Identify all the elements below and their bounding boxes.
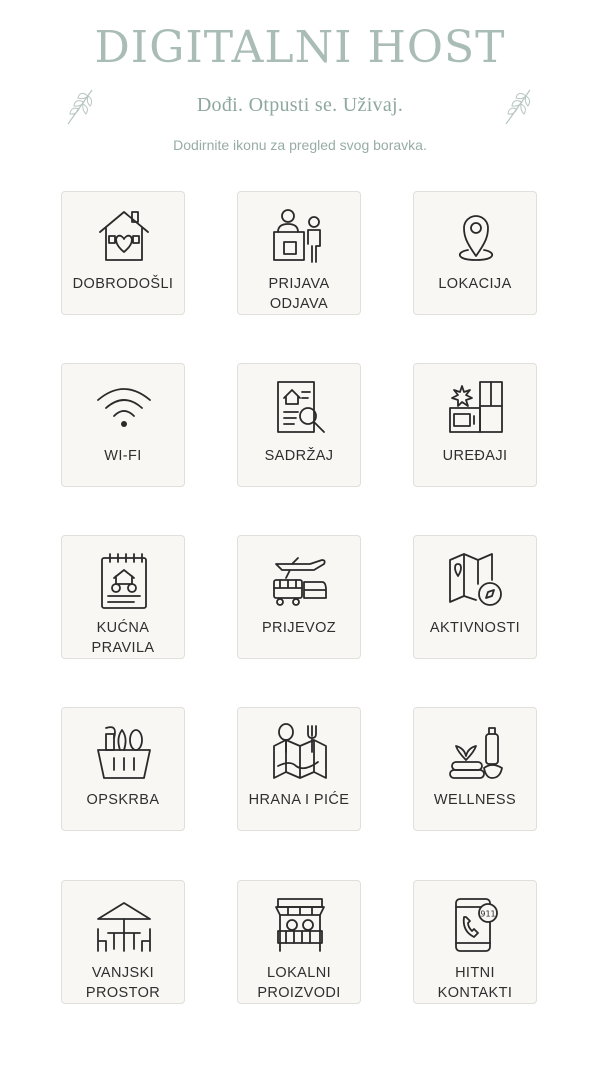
tile-lokalni-proizvodi[interactable]: LOKALNI PROIZVODI	[237, 880, 361, 1004]
svg-text:911: 911	[480, 910, 495, 919]
tile-lokacija[interactable]: LOKACIJA	[413, 191, 537, 315]
tile-label-line2: PROIZVODI	[257, 985, 341, 1001]
food-map-icon	[273, 723, 327, 779]
tile-label-line2: ODJAVA	[269, 296, 329, 312]
wifi-icon	[97, 388, 151, 427]
header: DIGITALNI HOST Dođi. Otpusti se. Uživaj.…	[0, 0, 600, 180]
tile-label: LOKALNI	[266, 965, 332, 981]
tile-label: OPSKRBA	[86, 792, 160, 808]
emergency-phone-icon: 911	[455, 898, 498, 952]
patio-umbrella-icon	[97, 902, 151, 952]
tile-label: DOBRODOŠLI	[72, 276, 174, 292]
page-title: DIGITALNI HOST	[94, 22, 506, 73]
house-document-search-icon	[277, 381, 325, 433]
transport-icon	[273, 557, 327, 606]
tile-label: KUĆNA	[96, 620, 150, 636]
location-pin-icon	[459, 215, 493, 261]
tile-wifi[interactable]: WI-FI	[61, 363, 185, 487]
map-compass-icon	[449, 553, 502, 606]
tile-label-line2: PROSTOR	[85, 985, 161, 1001]
tile-label: AKTIVNOSTI	[429, 620, 521, 636]
spa-wellness-icon	[449, 727, 503, 779]
tile-opskrba[interactable]: OPSKRBA	[61, 707, 185, 831]
tile-kucna-pravila[interactable]: KUĆNA PRAVILA	[61, 535, 185, 659]
tile-label-line2: PRAVILA	[91, 640, 155, 656]
appliances-icon	[449, 381, 503, 433]
grocery-basket-icon	[97, 726, 151, 779]
tile-vanjski-prostor[interactable]: VANJSKI PROSTOR	[61, 880, 185, 1004]
tile-uredaji[interactable]: UREĐAJI	[413, 363, 537, 487]
tile-aktivnosti[interactable]: AKTIVNOSTI	[413, 535, 537, 659]
tile-prijevoz[interactable]: PRIJEVOZ	[237, 535, 361, 659]
tile-label: WI-FI	[104, 448, 142, 464]
tile-wellness[interactable]: WELLNESS	[413, 707, 537, 831]
tile-sadrzaj[interactable]: SADRŽAJ	[237, 363, 361, 487]
tile-hrana-i-pice[interactable]: HRANA I PIĆE	[237, 707, 361, 831]
tile-dobrodosli[interactable]: DOBRODOŠLI	[61, 191, 185, 315]
tile-label-line2: KONTAKTI	[437, 985, 513, 1001]
tagline: Dođi. Otpusti se. Uživaj.	[196, 94, 404, 116]
tile-prijava-odjava[interactable]: PRIJAVA ODJAVA	[237, 191, 361, 315]
subtitle: Dodirnite ikonu za pregled svog boravka.	[173, 137, 427, 153]
tile-label: UREĐAJI	[442, 448, 508, 464]
tile-label: SADRŽAJ	[264, 448, 334, 464]
reception-desk-icon	[273, 209, 321, 263]
market-stall-icon	[275, 898, 325, 952]
house-rules-notepad-icon	[101, 553, 147, 609]
tile-label: HITNI	[455, 965, 495, 981]
tile-label: PRIJEVOZ	[261, 620, 337, 636]
tile-label: PRIJAVA	[268, 276, 330, 292]
tile-hitni-kontakti[interactable]: 911 HITNI KONTAKTI	[413, 880, 537, 1004]
tile-label: WELLNESS	[433, 792, 517, 808]
house-heart-icon	[99, 211, 149, 261]
tile-label: VANJSKI	[91, 965, 155, 981]
tile-label: HRANA I PIĆE	[248, 792, 350, 808]
tile-label: LOKACIJA	[438, 276, 512, 292]
